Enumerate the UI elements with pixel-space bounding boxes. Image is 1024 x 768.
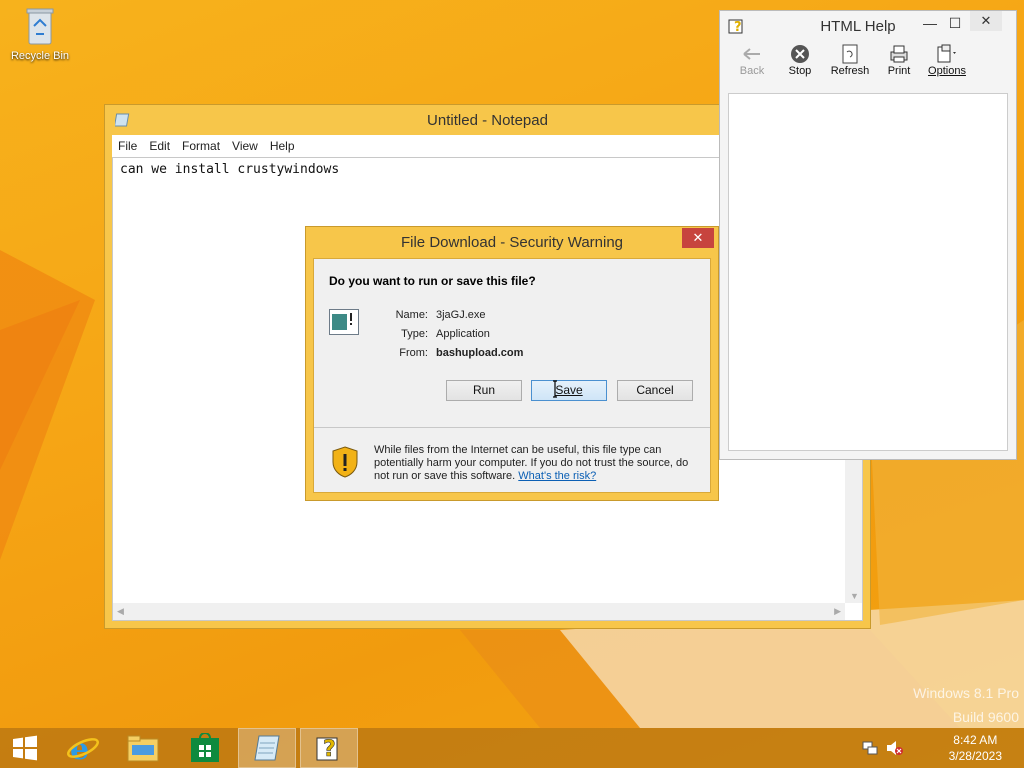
toolbar-stop-button[interactable]: Stop <box>778 43 822 77</box>
toolbar-print-button[interactable]: Print <box>877 43 921 77</box>
clock-date: 3/28/2023 <box>948 749 1002 763</box>
from-label: From: <box>399 347 428 359</box>
menu-format[interactable]: Format <box>176 135 226 153</box>
notepad-taskbar-icon <box>254 735 280 761</box>
type-value: Application <box>436 328 490 340</box>
name-label: Name: <box>395 309 428 321</box>
toolbar-refresh-button[interactable]: Refresh <box>828 43 872 77</box>
warning-shield-icon <box>332 446 358 478</box>
dialog-body: Do you want to run or save this file? Na… <box>313 258 711 493</box>
menu-file[interactable]: File <box>112 135 143 153</box>
menu-view[interactable]: View <box>226 135 264 153</box>
taskbar-html-help[interactable]: ? <box>300 728 358 768</box>
scroll-right-icon[interactable]: ▶ <box>834 606 841 617</box>
html-help-titlebar[interactable]: ? HTML Help — ☐ ✕ <box>720 11 1016 41</box>
print-label: Print <box>887 65 911 77</box>
watermark-build: Build 9600 <box>952 709 1019 725</box>
taskbar-file-explorer[interactable] <box>114 728 172 768</box>
recycle-bin-icon <box>25 6 55 46</box>
taskbar-internet-explorer[interactable]: e <box>54 728 112 768</box>
toolbar-back-button[interactable]: Back <box>730 43 774 77</box>
taskbar-store[interactable] <box>176 728 234 768</box>
warning-text-block: While files from the Internet can be use… <box>374 444 704 483</box>
menu-edit[interactable]: Edit <box>143 135 176 153</box>
watermark-edition: Windows 8.1 Pro <box>913 685 1019 701</box>
type-label: Type: <box>401 328 428 340</box>
print-icon <box>877 43 921 65</box>
html-help-window: ? HTML Help — ☐ ✕ Back Stop Refresh Prin… <box>719 10 1017 460</box>
options-label: Options <box>928 65 966 77</box>
from-value: bashupload.com <box>436 347 524 359</box>
internet-explorer-icon: e <box>67 732 99 765</box>
dialog-title: File Download - Security Warning <box>400 234 624 251</box>
recycle-bin-desktop-icon[interactable]: Recycle Bin <box>4 6 76 62</box>
menu-help[interactable]: Help <box>264 135 301 153</box>
name-value: 3jaGJ.exe <box>436 309 486 321</box>
help-close-button[interactable]: ✕ <box>970 11 1002 31</box>
store-icon <box>191 733 219 762</box>
dialog-titlebar[interactable]: File Download - Security Warning ✕ <box>306 227 718 257</box>
svg-text:?: ? <box>323 737 336 762</box>
back-arrow-icon <box>730 43 774 65</box>
horizontal-scrollbar[interactable]: ◀ ▶ <box>113 603 845 620</box>
notepad-content[interactable]: can we install crustywindows <box>120 162 339 177</box>
mouse-cursor-icon <box>553 380 557 398</box>
stop-label: Stop <box>788 65 812 77</box>
taskbar: e ? 8:42 AM 3/28/2023 <box>0 728 1024 768</box>
scroll-left-icon[interactable]: ◀ <box>117 606 124 617</box>
warning-area: While files from the Internet can be use… <box>314 428 710 492</box>
windows-logo-icon <box>13 735 37 761</box>
toolbar-options-button[interactable]: Options <box>925 43 969 77</box>
dialog-close-button[interactable]: ✕ <box>682 228 714 248</box>
system-clock[interactable]: 8:42 AM 3/28/2023 <box>949 732 1002 764</box>
speaker-muted-icon[interactable] <box>886 740 904 756</box>
recycle-bin-label: Recycle Bin <box>10 50 70 62</box>
refresh-icon <box>828 43 872 65</box>
stop-icon <box>778 43 822 65</box>
cancel-button[interactable]: Cancel <box>617 380 693 401</box>
back-label: Back <box>739 65 765 77</box>
save-button[interactable]: Save <box>531 380 607 401</box>
html-help-toolbar: Back Stop Refresh Print Options <box>720 43 1016 91</box>
run-button[interactable]: Run <box>446 380 522 401</box>
dialog-question: Do you want to run or save this file? <box>329 274 536 288</box>
scroll-down-icon[interactable]: ▼ <box>850 591 859 601</box>
options-icon <box>925 43 969 65</box>
whats-the-risk-link[interactable]: What's the risk? <box>518 470 596 482</box>
refresh-label: Refresh <box>830 65 870 77</box>
taskbar-notepad[interactable] <box>238 728 296 768</box>
help-taskbar-icon: ? <box>316 737 338 762</box>
maximize-button[interactable]: ☐ <box>940 13 970 33</box>
file-download-dialog: File Download - Security Warning ✕ Do yo… <box>305 226 719 501</box>
html-help-content-pane[interactable] <box>728 93 1008 451</box>
network-icon[interactable] <box>862 740 878 756</box>
file-explorer-icon <box>127 735 159 762</box>
clock-time: 8:42 AM <box>953 733 998 747</box>
application-file-icon <box>329 309 359 335</box>
start-button[interactable] <box>0 728 50 768</box>
